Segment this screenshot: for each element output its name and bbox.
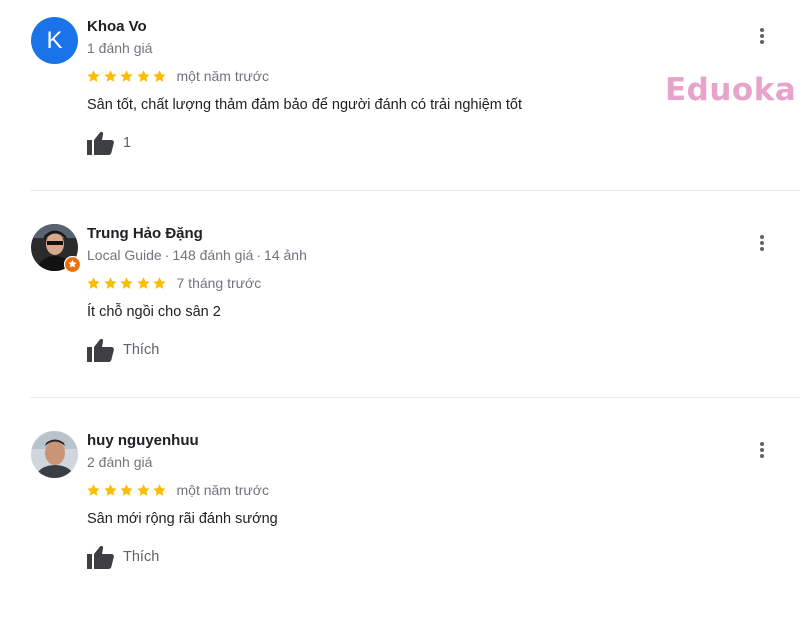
rating-row: một năm trước [86, 66, 269, 86]
more-vert-icon[interactable] [752, 24, 772, 48]
divider [30, 190, 800, 191]
review-card: huy nguyenhuu 2 đánh giá một năm trước S… [0, 414, 800, 621]
local-guide-label: Local Guide [87, 247, 162, 263]
star-icon [136, 69, 150, 82]
avatar[interactable]: K [31, 17, 78, 64]
review-card: Trung Hảo Đặng Local Guide · 148 đánh giá ·… [0, 207, 800, 414]
reviewer-name[interactable]: huy nguyenhuu [87, 432, 199, 449]
thumbs-up-icon [87, 338, 114, 362]
thumbs-up-icon [87, 545, 114, 569]
like-button[interactable]: Thích [86, 337, 159, 363]
like-count: 1 [123, 135, 132, 151]
like-button[interactable]: 1 [86, 130, 131, 156]
review-text: Sân mới rộng rãi đánh sướng [87, 511, 278, 527]
star-icon [120, 69, 133, 82]
reviewer-meta: 2 đánh giá [87, 454, 152, 470]
meta-separator: · [256, 247, 262, 263]
reviewer-name[interactable]: Khoa Vo [87, 18, 147, 35]
star-icon [136, 276, 150, 289]
meta-separator: · [164, 247, 170, 263]
star-icon [87, 69, 100, 82]
star-icon [153, 276, 166, 289]
star-icon [87, 276, 100, 289]
star-icon [103, 276, 117, 289]
rating-row: 7 tháng trước [86, 273, 261, 293]
more-vert-icon[interactable] [752, 231, 772, 255]
star-icon [120, 483, 133, 496]
star-icon [153, 483, 166, 496]
review-time: một năm trước [176, 68, 269, 84]
star-icon [120, 276, 133, 289]
star-icon [153, 69, 166, 82]
review-time: một năm trước [176, 482, 269, 498]
review-count: 148 đánh giá [172, 247, 254, 263]
reviewer-meta: 1 đánh giá [87, 40, 152, 56]
star-icon [87, 483, 100, 496]
avatar-photo [31, 431, 78, 478]
star-icon [136, 483, 150, 496]
avatar-letter: K [46, 27, 63, 54]
review-count: 2 đánh giá [87, 454, 153, 470]
review-count: 1 đánh giá [87, 40, 153, 56]
star-icon [103, 69, 117, 82]
review-time: 7 tháng trước [176, 275, 262, 291]
local-guide-badge-icon [64, 256, 81, 273]
thumbs-up-icon [87, 131, 114, 155]
review-text: Ít chỗ ngồi cho sân 2 [87, 304, 221, 320]
review-text: Sân tốt, chất lượng thảm đảm bảo để ngườ… [87, 97, 523, 113]
divider [30, 397, 800, 398]
like-button[interactable]: Thích [86, 544, 159, 570]
avatar[interactable] [31, 431, 78, 478]
photo-count: 14 ảnh [264, 247, 307, 263]
star-rating [86, 483, 169, 498]
reviewer-meta: Local Guide · 148 đánh giá · 14 ảnh [87, 247, 307, 263]
avatar[interactable] [31, 224, 81, 273]
star-icon [103, 483, 117, 496]
watermark-logo: Eduoka [665, 72, 797, 108]
reviewer-name[interactable]: Trung Hảo Đặng [87, 225, 203, 242]
star-rating [86, 276, 169, 291]
like-label: Thích [123, 549, 160, 565]
star-rating [86, 69, 169, 84]
like-label: Thích [123, 342, 160, 358]
more-vert-icon[interactable] [752, 438, 772, 462]
rating-row: một năm trước [86, 480, 269, 500]
